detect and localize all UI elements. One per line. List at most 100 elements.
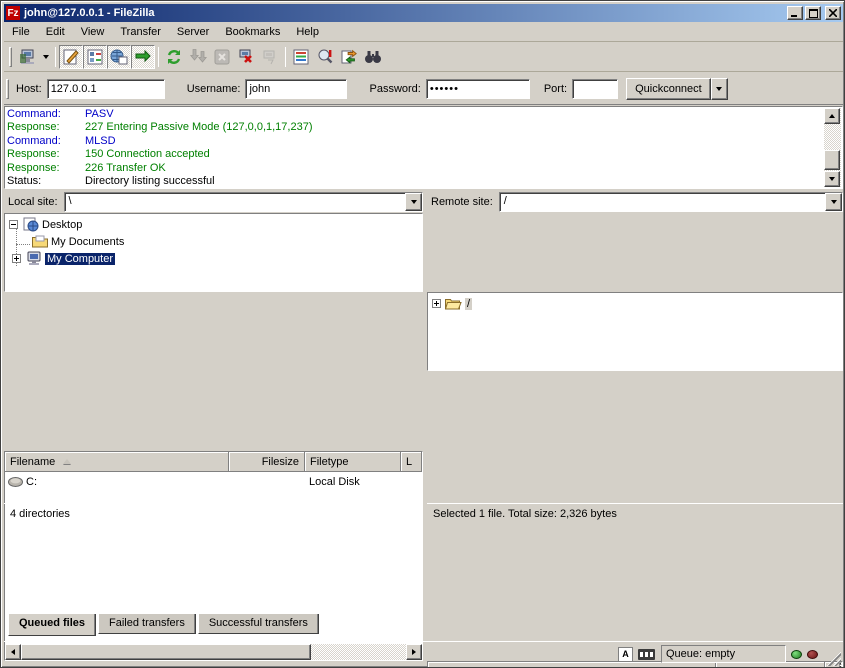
menu-bookmarks[interactable]: Bookmarks — [217, 23, 288, 41]
cancel-operation-button[interactable] — [210, 45, 234, 69]
quickconnect-dropdown[interactable] — [711, 78, 728, 100]
username-input[interactable] — [245, 79, 347, 99]
process-queue-button[interactable] — [186, 45, 210, 69]
toggle-message-log-button[interactable] — [59, 45, 83, 69]
local-site-bar: Local site: \ — [4, 190, 423, 213]
expand-icon[interactable] — [12, 254, 21, 263]
maximize-button[interactable] — [805, 6, 821, 20]
queue-tabs: Queued files Failed transfers Successful… — [4, 614, 843, 638]
data-type-indicator-icon: A — [618, 647, 633, 662]
speed-limit-icon — [638, 649, 655, 660]
directory-listing-filters-button[interactable] — [289, 45, 313, 69]
chevron-down-icon — [43, 55, 49, 59]
scrollbar-thumb[interactable] — [824, 150, 840, 170]
menu-transfer[interactable]: Transfer — [112, 23, 169, 41]
message-log[interactable]: Command:PASV Response:227 Entering Passi… — [4, 106, 843, 189]
comparison-icon — [316, 48, 334, 66]
tab-queued-files[interactable]: Queued files — [8, 614, 96, 636]
resize-grip[interactable] — [826, 651, 841, 666]
disconnect-icon — [237, 48, 255, 66]
close-button[interactable] — [825, 6, 841, 20]
site-manager-dropdown[interactable] — [39, 45, 52, 69]
password-input[interactable] — [426, 79, 530, 99]
quickconnect-bar: Host: Username: Password: Port: Quickcon… — [4, 73, 843, 105]
selected-tree-label: My Computer — [45, 253, 115, 265]
window-title: john@127.0.0.1 - FileZilla — [24, 7, 785, 19]
queue-status-text: Queue: empty — [661, 645, 786, 663]
toolbar-separator — [158, 47, 159, 67]
find-files-button[interactable] — [361, 45, 385, 69]
filetype-cell: Local Disk — [309, 476, 360, 488]
my-documents-icon — [31, 234, 48, 249]
toggle-local-tree-button[interactable] — [83, 45, 107, 69]
minimize-button[interactable] — [787, 6, 803, 20]
toggle-transfer-queue-button[interactable] — [131, 45, 155, 69]
log-scrollbar[interactable] — [824, 108, 841, 187]
local-site-path: \ — [65, 193, 405, 211]
refresh-button[interactable] — [162, 45, 186, 69]
arrow-down-icon — [829, 177, 835, 181]
column-header-filesize[interactable]: Filesize — [229, 452, 305, 472]
selected-tree-label: / — [465, 298, 472, 310]
column-header-filetype[interactable]: Filetype — [305, 452, 401, 472]
local-tree-icon — [86, 48, 104, 66]
quickconnect-button[interactable]: Quickconnect — [626, 78, 711, 100]
port-input[interactable] — [572, 79, 618, 99]
menu-view[interactable]: View — [73, 23, 113, 41]
remote-directory-tree[interactable]: / — [427, 292, 843, 371]
menu-bar: File Edit View Transfer Server Bookmarks… — [4, 22, 843, 42]
local-site-combo[interactable]: \ — [64, 192, 423, 212]
tree-item-root[interactable]: / — [432, 295, 472, 312]
username-label: Username: — [187, 83, 241, 95]
sync-browsing-icon — [340, 48, 358, 66]
chevron-down-icon — [716, 87, 722, 91]
log-line: Response:226 Transfer OK — [7, 162, 840, 175]
menu-help[interactable]: Help — [288, 23, 327, 41]
tab-failed-transfers[interactable]: Failed transfers — [98, 614, 196, 634]
menu-file[interactable]: File — [4, 23, 38, 41]
vertical-splitter[interactable] — [423, 190, 427, 525]
host-input[interactable] — [47, 79, 165, 99]
reconnect-button[interactable] — [258, 45, 282, 69]
tree-item-desktop[interactable]: Desktop — [9, 216, 82, 233]
desktop-icon — [22, 217, 39, 232]
tree-item-my-documents[interactable]: My Documents — [31, 233, 124, 250]
remote-site-bar: Remote site: / — [427, 190, 843, 213]
disconnect-button[interactable] — [234, 45, 258, 69]
chevron-down-icon — [411, 200, 417, 204]
file-row-c-drive[interactable]: C: Local Disk — [7, 473, 423, 490]
scroll-up-button[interactable] — [824, 108, 840, 124]
remote-site-combo-button[interactable] — [825, 193, 842, 211]
title-bar[interactable]: Fz john@127.0.0.1 - FileZilla — [4, 4, 843, 22]
local-directory-tree[interactable]: Desktop My Documents My Computer — [4, 213, 423, 292]
message-log-icon — [62, 48, 80, 66]
site-manager-button[interactable] — [15, 45, 39, 69]
local-site-combo-button[interactable] — [405, 193, 422, 211]
remote-site-combo[interactable]: / — [499, 192, 843, 212]
reconnect-icon — [261, 48, 279, 66]
chevron-down-icon — [831, 200, 837, 204]
arrow-up-icon — [829, 114, 835, 118]
directory-comparison-button[interactable] — [313, 45, 337, 69]
menu-server[interactable]: Server — [169, 23, 217, 41]
maximize-icon — [809, 9, 818, 18]
remote-status-text: Selected 1 file. Total size: 2,326 bytes — [427, 503, 843, 525]
collapse-icon[interactable] — [9, 220, 18, 229]
open-folder-icon — [445, 296, 462, 311]
tree-connector — [16, 244, 30, 245]
column-header-filename[interactable]: Filename — [5, 452, 229, 472]
toggle-remote-tree-button[interactable] — [107, 45, 131, 69]
scroll-down-button[interactable] — [824, 171, 840, 187]
log-line: Status:Directory listing successful — [7, 175, 840, 188]
toolbar-grip[interactable] — [9, 47, 12, 67]
process-queue-icon — [189, 48, 207, 66]
binoculars-icon — [364, 48, 382, 66]
expand-icon[interactable] — [432, 299, 441, 308]
tree-item-my-computer[interactable]: My Computer — [9, 250, 115, 267]
menu-edit[interactable]: Edit — [38, 23, 73, 41]
synchronized-browsing-button[interactable] — [337, 45, 361, 69]
column-header-lastmodified-truncated[interactable]: L — [401, 452, 422, 472]
cancel-icon — [213, 48, 231, 66]
quickconnect-grip[interactable] — [6, 79, 9, 99]
tab-successful-transfers[interactable]: Successful transfers — [198, 614, 319, 634]
